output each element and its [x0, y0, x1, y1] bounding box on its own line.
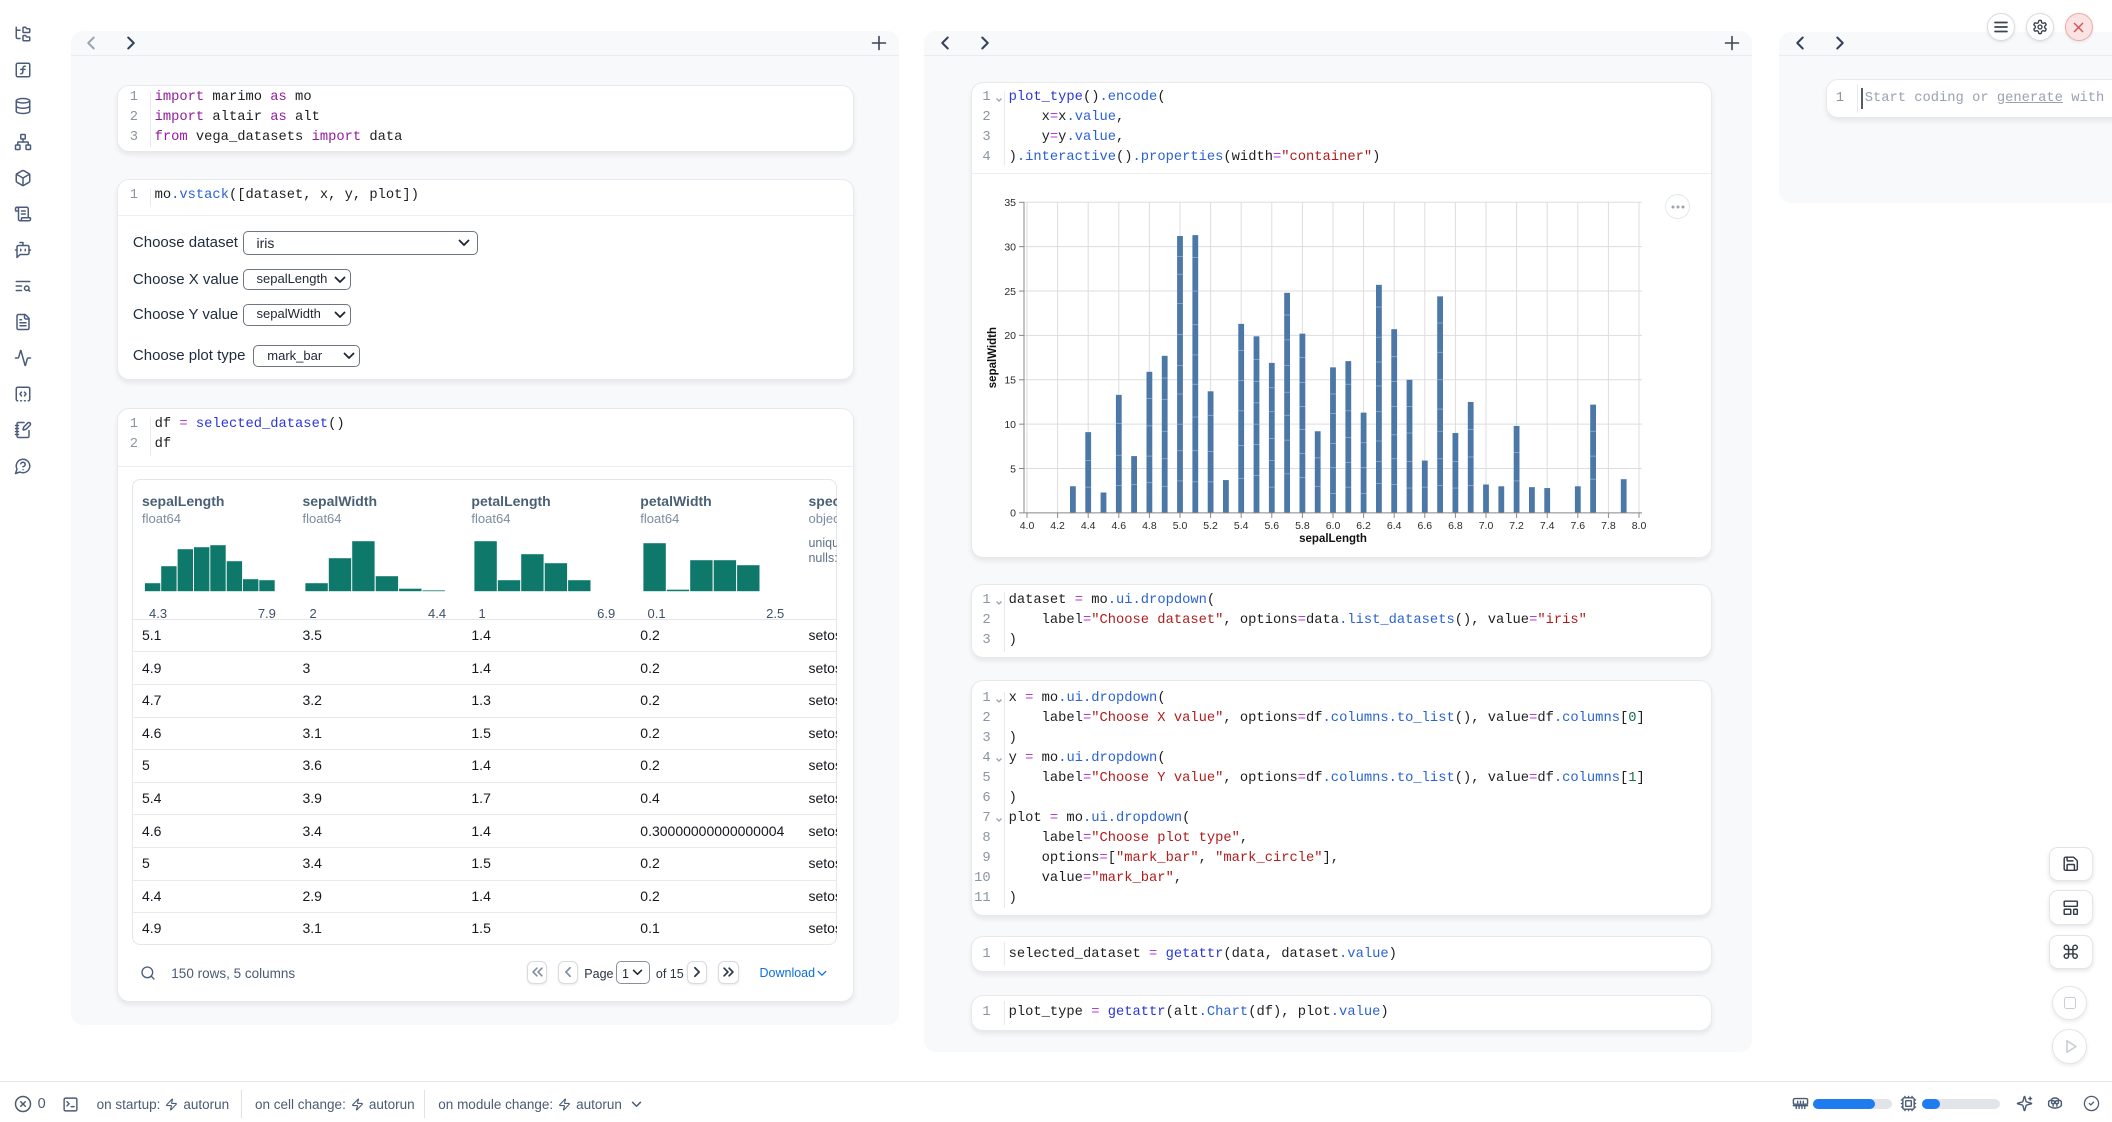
svg-text:6.2: 6.2: [1356, 520, 1371, 532]
svg-text:7.6: 7.6: [1570, 520, 1585, 532]
svg-text:6.4: 6.4: [1387, 520, 1402, 532]
svg-text:5.0: 5.0: [1173, 520, 1188, 532]
svg-text:6.6: 6.6: [1417, 520, 1432, 532]
svg-text:5.4: 5.4: [1234, 520, 1249, 532]
svg-text:4.8: 4.8: [1142, 520, 1157, 532]
svg-text:6.8: 6.8: [1448, 520, 1463, 532]
svg-text:7.4: 7.4: [1540, 520, 1555, 532]
svg-text:15: 15: [1004, 375, 1016, 387]
svg-text:4.4: 4.4: [1081, 520, 1096, 532]
svg-text:5.8: 5.8: [1295, 520, 1310, 532]
svg-text:0: 0: [1010, 508, 1016, 520]
svg-text:sepalLength: sepalLength: [1299, 533, 1367, 545]
svg-text:7.0: 7.0: [1479, 520, 1494, 532]
svg-text:4.2: 4.2: [1050, 520, 1065, 532]
svg-text:35: 35: [1004, 197, 1016, 209]
svg-text:sepalWidth: sepalWidth: [987, 327, 999, 388]
svg-text:7.2: 7.2: [1509, 520, 1524, 532]
svg-text:4.6: 4.6: [1111, 520, 1126, 532]
svg-text:30: 30: [1004, 241, 1016, 253]
svg-text:5: 5: [1010, 463, 1016, 475]
svg-text:7.8: 7.8: [1601, 520, 1616, 532]
svg-text:4.0: 4.0: [1020, 520, 1035, 532]
svg-text:10: 10: [1004, 419, 1016, 431]
svg-text:6.0: 6.0: [1326, 520, 1341, 532]
svg-text:5.2: 5.2: [1203, 520, 1218, 532]
svg-text:5.6: 5.6: [1264, 520, 1279, 532]
svg-text:25: 25: [1004, 286, 1016, 298]
svg-text:20: 20: [1004, 330, 1016, 342]
svg-text:8.0: 8.0: [1632, 520, 1647, 532]
